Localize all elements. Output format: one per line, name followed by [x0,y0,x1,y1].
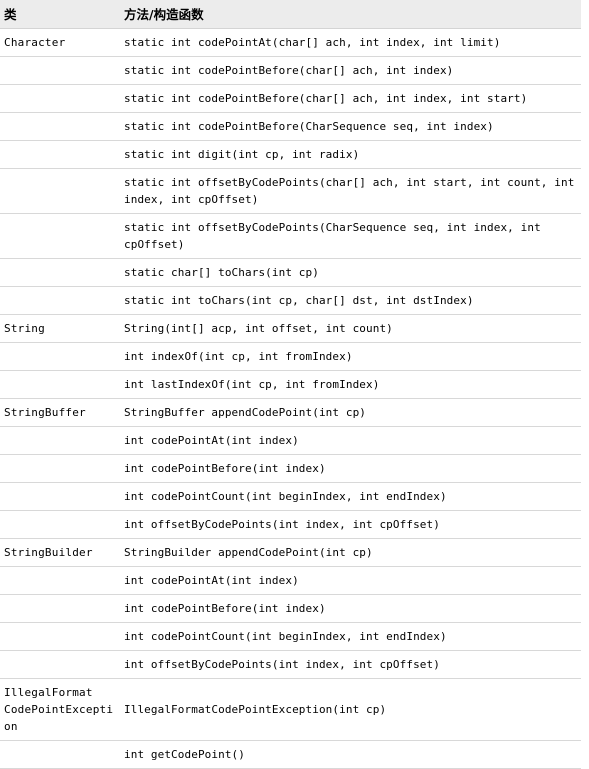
cell-method-signature: int lastIndexOf(int cp, int fromIndex) [118,370,581,399]
cell-class-name [0,594,118,623]
cell-method-signature: static int codePointBefore(char[] ach, i… [118,84,581,113]
cell-method-signature: int offsetByCodePoints(int index, int cp… [118,510,581,539]
cell-method-signature: int offsetByCodePoints(int index, int cp… [118,650,581,679]
table-row: static int codePointBefore(CharSequence … [0,112,581,141]
cell-method-signature: IllegalFormatCodePointException(int cp) [118,678,581,741]
cell-method-signature: int codePointBefore(int index) [118,454,581,483]
cell-method-signature: static int codePointAt(char[] ach, int i… [118,28,581,57]
table-row: int codePointCount(int beginIndex, int e… [0,482,581,511]
table-row: static int toChars(int cp, char[] dst, i… [0,286,581,315]
cell-method-signature: int codePointCount(int beginIndex, int e… [118,482,581,511]
cell-method-signature: static int toChars(int cp, char[] dst, i… [118,286,581,315]
table-row: static char[] toChars(int cp) [0,258,581,287]
cell-method-signature: int codePointAt(int index) [118,566,581,595]
table-header: 类 方法/构造函数 [0,0,581,29]
cell-class-name [0,112,118,141]
table-row: int offsetByCodePoints(int index, int cp… [0,650,581,679]
cell-method-signature: static int digit(int cp, int radix) [118,140,581,169]
cell-class-name [0,213,118,259]
cell-class-name [0,510,118,539]
table-row: IllegalFormat CodePointException IllegalF… [0,678,581,741]
cell-method-signature: int codePointCount(int beginIndex, int e… [118,622,581,651]
table-row: static int offsetByCodePoints(CharSequen… [0,213,581,259]
cell-class-name: IllegalFormat CodePointException [0,678,118,741]
cell-method-signature: static int offsetByCodePoints(char[] ach… [118,168,581,214]
cell-class-name [0,566,118,595]
table-row: int lastIndexOf(int cp, int fromIndex) [0,370,581,399]
cell-method-signature: static int codePointBefore(CharSequence … [118,112,581,141]
cell-class-name [0,258,118,287]
table-row: int codePointAt(int index) [0,566,581,595]
cell-class-name [0,342,118,371]
cell-class-name [0,622,118,651]
table-row: StringBuilder StringBuilder appendCodePoi… [0,538,581,567]
cell-method-signature: StringBuffer appendCodePoint(int cp) [118,398,581,427]
cell-method-signature: String(int[] acp, int offset, int count) [118,314,581,343]
cell-class-name [0,454,118,483]
cell-method-signature: int codePointAt(int index) [118,426,581,455]
cell-method-signature: int getCodePoint() [118,740,581,769]
cell-method-signature: static char[] toChars(int cp) [118,258,581,287]
table-row: static int codePointBefore(char[] ach, i… [0,84,581,113]
cell-class-name [0,56,118,85]
table-row: int indexOf(int cp, int fromIndex) [0,342,581,371]
cell-class-name: StringBuffer [0,398,118,427]
cell-method-signature: static int offsetByCodePoints(CharSequen… [118,213,581,259]
cell-class-name: StringBuilder [0,538,118,567]
cell-class-name [0,650,118,679]
table-row: int codePointCount(int beginIndex, int e… [0,622,581,651]
table-row: String String(int[] acp, int offset, int … [0,314,581,343]
table-row: int codePointAt(int index) [0,426,581,455]
cell-class-name [0,426,118,455]
table-header-row: 类 方法/构造函数 [0,0,581,29]
cell-class-name [0,482,118,511]
cell-class-name [0,168,118,214]
cell-method-signature: int indexOf(int cp, int fromIndex) [118,342,581,371]
cell-method-signature: StringBuilder appendCodePoint(int cp) [118,538,581,567]
api-reference-table: 类 方法/构造函数 Character static int codePointA… [0,0,581,769]
cell-class-name [0,286,118,315]
cell-class-name [0,370,118,399]
cell-class-name: Character [0,28,118,57]
table-row: Character static int codePointAt(char[] a… [0,28,581,57]
table-row: static int offsetByCodePoints(char[] ach… [0,168,581,214]
table-row: static int digit(int cp, int radix) [0,140,581,169]
table-row: int codePointBefore(int index) [0,454,581,483]
cell-class-name [0,84,118,113]
cell-class-name [0,140,118,169]
table-row: static int codePointBefore(char[] ach, i… [0,56,581,85]
table-row: int getCodePoint() [0,740,581,769]
cell-class-name: String [0,314,118,343]
cell-method-signature: int codePointBefore(int index) [118,594,581,623]
cell-class-name [0,740,118,769]
column-header-method: 方法/构造函数 [118,0,581,29]
cell-method-signature: static int codePointBefore(char[] ach, i… [118,56,581,85]
table-body: Character static int codePointAt(char[] a… [0,28,581,769]
table-row: int codePointBefore(int index) [0,594,581,623]
table-row: int offsetByCodePoints(int index, int cp… [0,510,581,539]
column-header-class: 类 [0,0,118,29]
table-row: StringBuffer StringBuffer appendCodePoint… [0,398,581,427]
